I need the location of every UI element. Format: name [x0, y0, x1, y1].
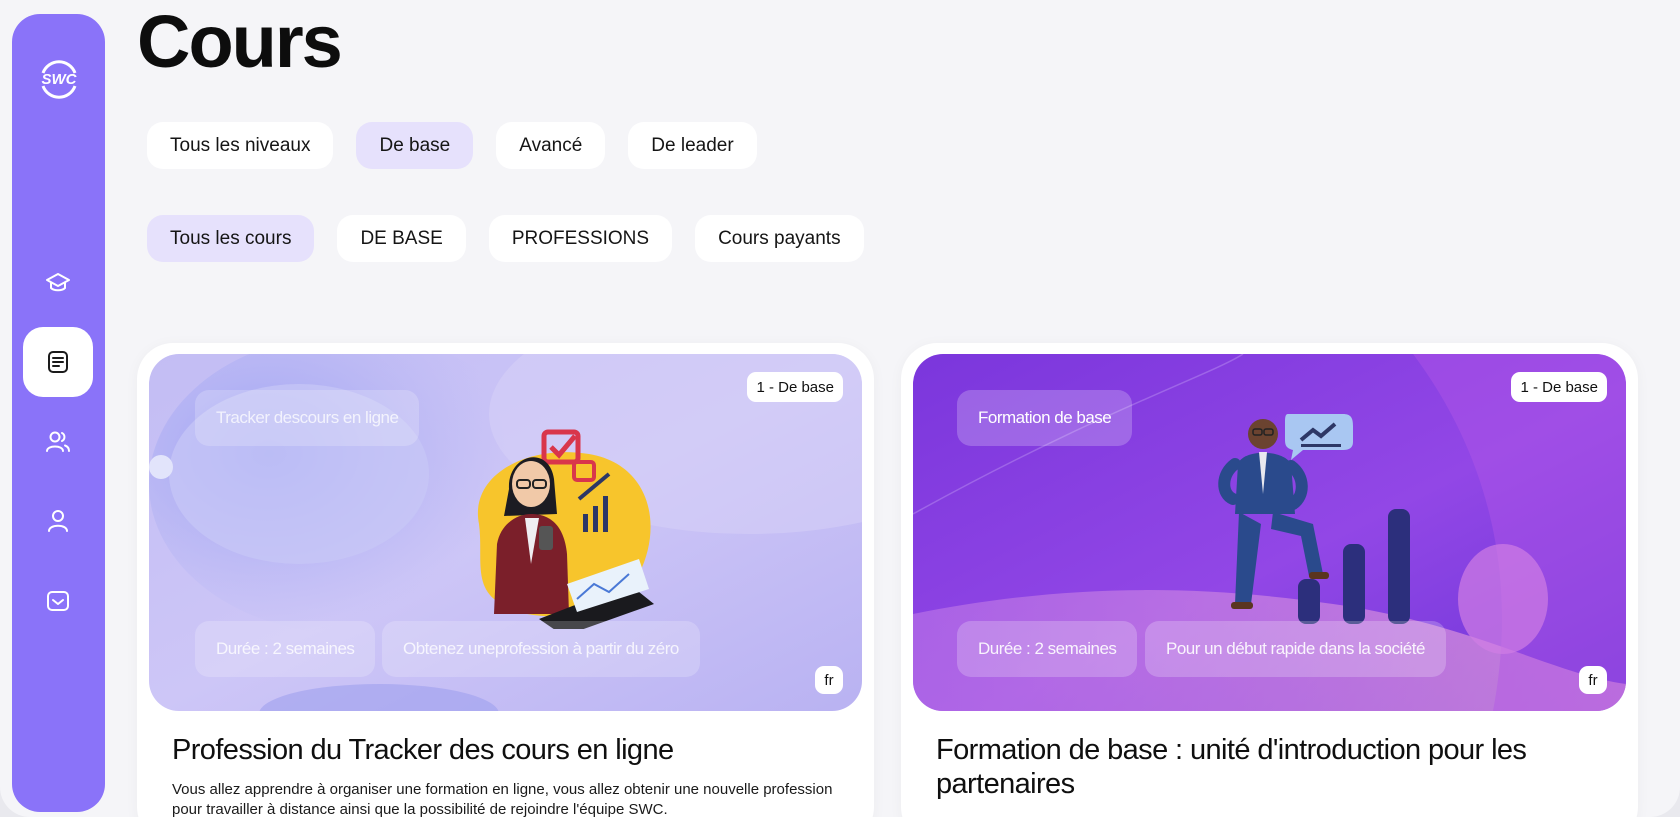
- filter-paid-courses[interactable]: Cours payants: [695, 215, 864, 262]
- users-icon: [46, 431, 70, 452]
- inbox-icon: [47, 591, 69, 611]
- logo-icon: SWC: [42, 60, 78, 99]
- user-icon: [48, 510, 68, 532]
- tracker-illustration: [477, 429, 654, 629]
- course-title[interactable]: Profession du Tracker des cours en ligne: [172, 733, 852, 767]
- filter-professions[interactable]: PROFESSIONS: [488, 215, 673, 262]
- subtitle-tag: Obtenez uneprofession à partir du zéro: [382, 621, 700, 677]
- filter-all-levels[interactable]: Tous les niveaux: [147, 122, 334, 169]
- filter-all-courses[interactable]: Tous les cours: [147, 215, 315, 262]
- filter-basic-level[interactable]: De base: [356, 122, 474, 169]
- language-badge: fr: [1579, 666, 1607, 694]
- banner-tag: Tracker descours en ligne: [195, 390, 420, 446]
- course-description: Vous allez apprendre à organiser une for…: [172, 781, 833, 817]
- svg-text:SWC: SWC: [42, 71, 78, 88]
- filter-advanced-level[interactable]: Avancé: [496, 122, 606, 169]
- course-title[interactable]: Formation de base : unité d'introduction…: [936, 733, 1616, 801]
- graduation-cap-icon: [46, 273, 70, 292]
- category-filter-row: Tous les cours DE BASE PROFESSIONS Cours…: [147, 215, 864, 262]
- sidebar: SWC: [12, 14, 105, 812]
- book-icon: [48, 351, 68, 373]
- course-card[interactable]: Tracker descours en ligne Durée : 2 sema…: [137, 343, 874, 817]
- filter-basic-courses[interactable]: DE BASE: [337, 215, 466, 262]
- sidebar-item-courses[interactable]: [23, 327, 93, 397]
- duration-tag: Durée : 2 semaines: [195, 621, 376, 677]
- course-banner: Formation de base Durée : 2 semaines Pou…: [913, 354, 1626, 711]
- app-frame: SWC Cours Tous les niveaux De base Avanc…: [0, 0, 1680, 817]
- subtitle-tag: Pour un début rapide dans la société: [1145, 621, 1446, 677]
- course-banner: Tracker descours en ligne Durée : 2 sema…: [149, 354, 862, 711]
- sidebar-item-team[interactable]: [23, 407, 93, 477]
- course-card[interactable]: Formation de base Durée : 2 semaines Pou…: [901, 343, 1638, 817]
- filter-leader-level[interactable]: De leader: [628, 122, 757, 169]
- level-filter-row: Tous les niveaux De base Avancé De leade…: [147, 122, 757, 169]
- duration-tag: Durée : 2 semaines: [957, 621, 1138, 677]
- page-title: Cours: [137, 0, 343, 83]
- sidebar-item-inbox[interactable]: [23, 566, 93, 636]
- sidebar-item-profile[interactable]: [23, 486, 93, 556]
- level-badge: 1 - De base: [1511, 372, 1607, 402]
- banner-tag: Formation de base: [957, 390, 1133, 446]
- sidebar-item-courses-catalog[interactable]: [23, 248, 93, 318]
- business-illustration: [1218, 414, 1410, 624]
- level-badge: 1 - De base: [747, 372, 843, 402]
- language-badge: fr: [815, 666, 843, 694]
- swc-logo[interactable]: SWC: [34, 54, 84, 104]
